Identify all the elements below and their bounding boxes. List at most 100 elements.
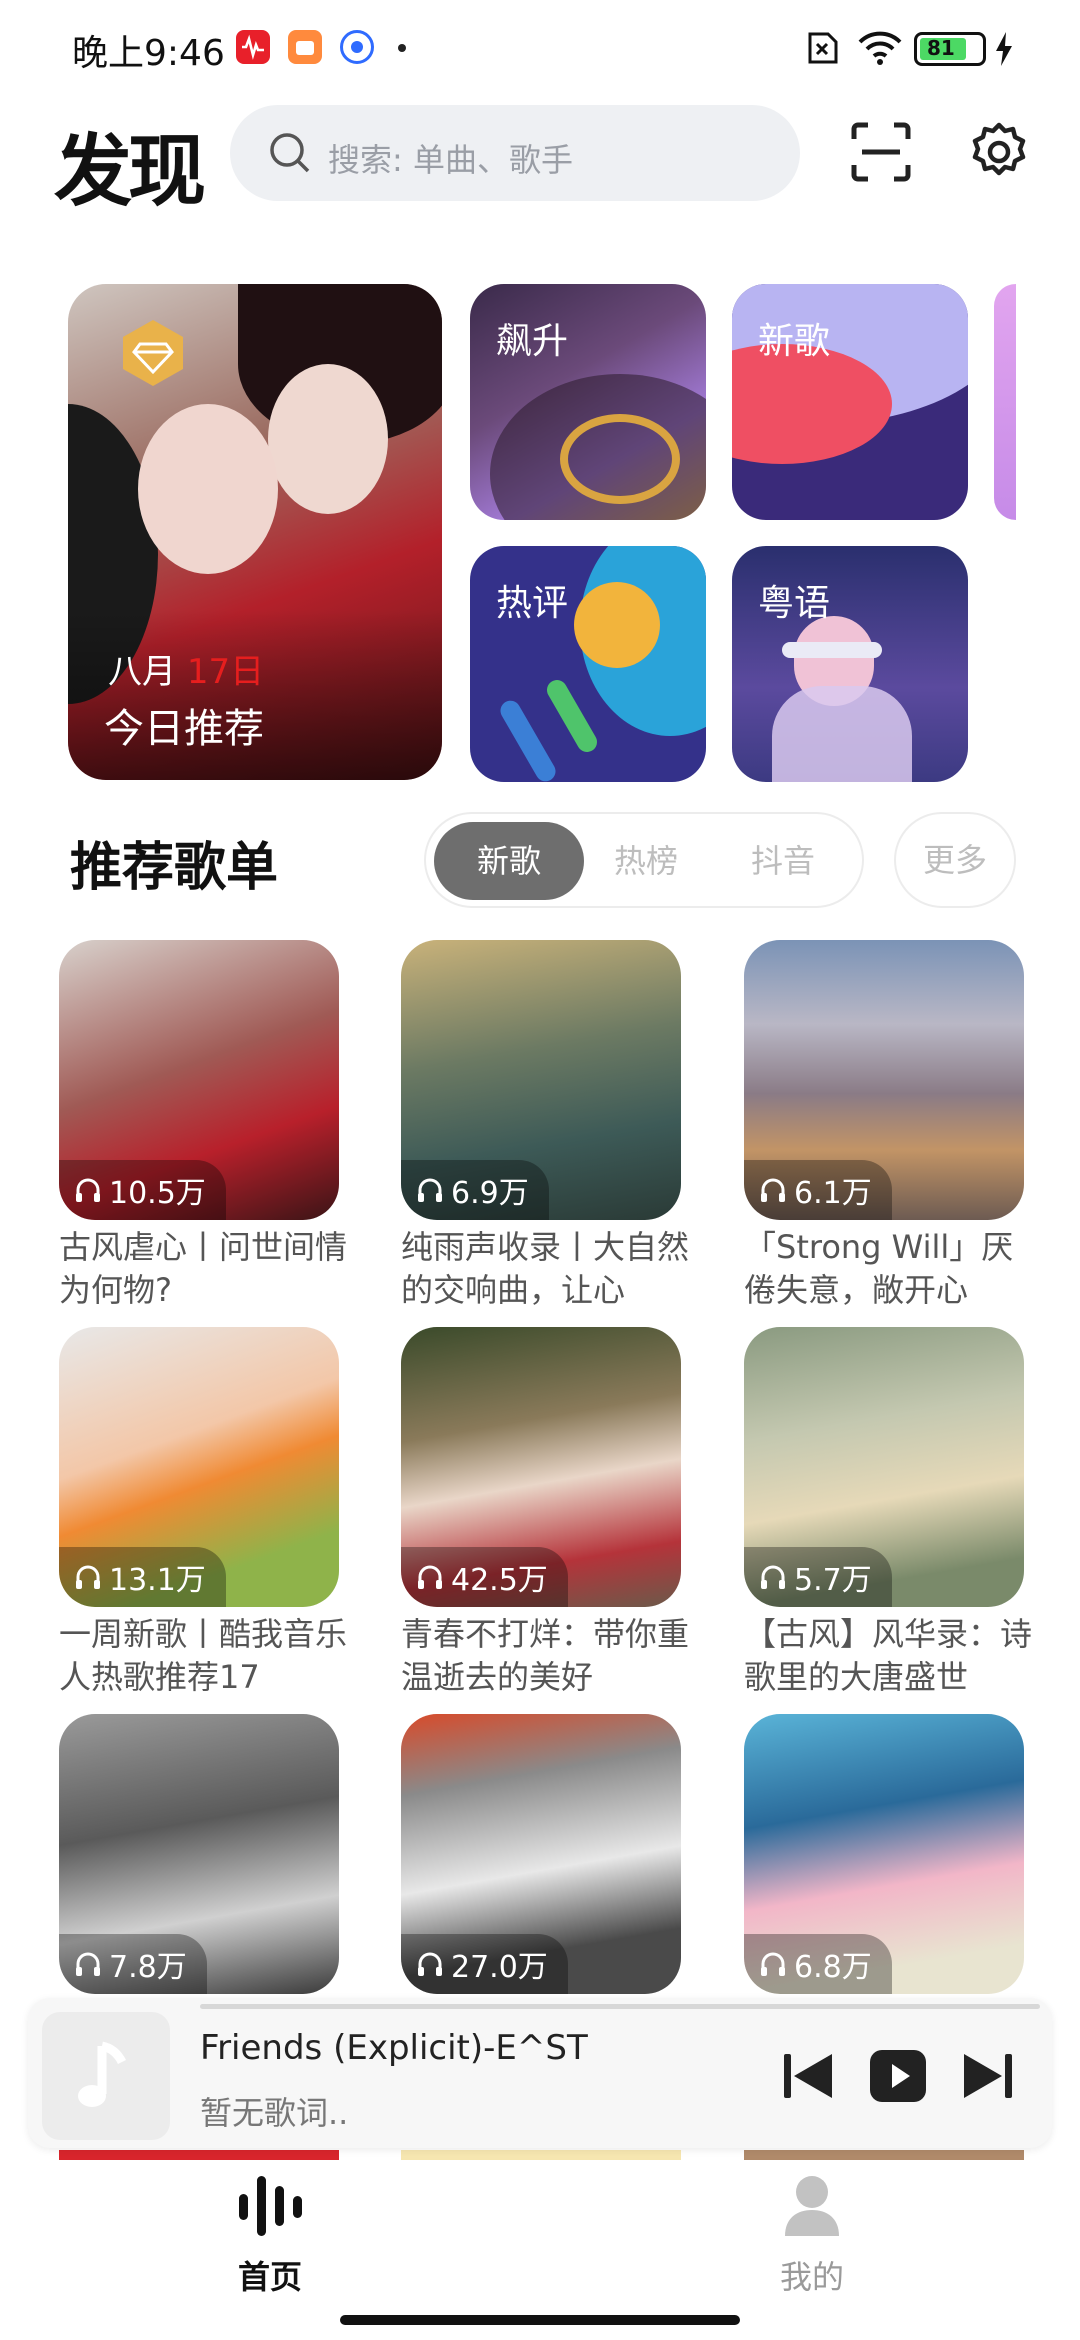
app-notification-icon <box>288 30 322 64</box>
playlist-cover: 6.8万 <box>744 1714 1024 1994</box>
today-month: 八月 <box>108 652 176 692</box>
headphones-icon <box>76 1178 100 1202</box>
tile-hot-comments[interactable]: 热评 <box>470 546 706 782</box>
cover-shade <box>68 610 442 780</box>
playlist-card[interactable]: 13.1万 一周新歌丨酷我音乐人热歌推荐17 <box>59 1327 347 1699</box>
play-count-text: 27.0万 <box>451 1950 548 1985</box>
tab-hot-chart[interactable]: 热榜 <box>571 822 721 900</box>
playlist-cover-peek <box>744 2150 1024 2160</box>
user-icon <box>785 2176 839 2236</box>
tile-cantonese[interactable]: 粤语 <box>732 546 968 782</box>
banner-today-recommend[interactable]: 八月 17日 今日推荐 <box>68 284 442 780</box>
playlist-title: 一周新歌丨酷我音乐人热歌推荐17 <box>59 1615 348 1696</box>
nav-item-me[interactable]: 我的 <box>712 2170 912 2298</box>
playlist-card[interactable]: 10.5万 古风虐心丨问世间情为何物? <box>59 940 347 1312</box>
play-count-text: 7.8万 <box>109 1950 187 1985</box>
search-icon <box>270 133 310 173</box>
play-count: 5.7万 <box>744 1547 892 1607</box>
playlist-cover-peek <box>401 2150 681 2160</box>
playlist-card[interactable]: 27.0万 <box>401 1714 681 1994</box>
tile-label: 粤语 <box>758 583 831 624</box>
mini-player[interactable]: Friends (Explicit)-E^ST 暂无歌词.. <box>28 1998 1052 2148</box>
play-count: 7.8万 <box>59 1934 207 1994</box>
now-playing-title: Friends (Explicit)-E^ST <box>200 2028 588 2068</box>
header: 发现 搜索: 单曲、歌手 <box>0 95 1080 217</box>
playlist-card[interactable]: 6.9万 纯雨声收录丨大自然的交响曲，让心 <box>401 940 689 1312</box>
battery-icon: 81 <box>914 32 986 66</box>
cover-art <box>268 364 388 514</box>
playlist-card[interactable]: 5.7万 【古风】风华录：诗歌里的大唐盛世 <box>744 1327 1032 1699</box>
status-bar: 晚上9:46 81 <box>0 0 1080 95</box>
search-input[interactable]: 搜索: 单曲、歌手 <box>230 105 800 201</box>
status-time: 晚上9:46 <box>72 33 225 74</box>
playlist-title: 「Strong Will」厌倦失意，敞开心 <box>744 1228 1014 1309</box>
playlist-cover-peek <box>59 2150 339 2160</box>
nav-label: 我的 <box>779 2258 844 2296</box>
gear-icon[interactable] <box>968 121 1030 183</box>
diamond-badge-icon <box>123 320 183 386</box>
nav-item-home[interactable]: 首页 <box>170 2170 370 2298</box>
play-count: 42.5万 <box>401 1547 568 1607</box>
play-count-text: 13.1万 <box>109 1563 206 1598</box>
cover-art <box>138 404 278 574</box>
playlist-card[interactable]: 6.8万 <box>744 1714 1024 1994</box>
headphones-icon <box>761 1565 785 1589</box>
nav-label: 首页 <box>237 2258 302 2296</box>
previous-icon[interactable] <box>778 2046 838 2106</box>
playlist-cover: 42.5万 <box>401 1327 681 1607</box>
next-icon[interactable] <box>958 2046 1018 2106</box>
play-count-text: 6.1万 <box>794 1176 872 1211</box>
headphones-icon <box>76 1565 100 1589</box>
tile-next-peek[interactable] <box>994 284 1016 520</box>
music-note-icon <box>78 2041 127 2107</box>
app-notification-icon <box>236 30 270 64</box>
battery-level: 81 <box>927 36 955 60</box>
play-icon[interactable] <box>868 2046 928 2106</box>
playlist-card[interactable]: 42.5万 青春不打烊：带你重温逝去的美好 <box>401 1327 689 1699</box>
play-count-text: 6.9万 <box>451 1176 529 1211</box>
playlist-title: 【古风】风华录：诗歌里的大唐盛世 <box>744 1615 1033 1696</box>
play-count: 6.8万 <box>744 1934 892 1994</box>
playlist-tabs: 新歌 热榜 抖音 <box>424 812 864 908</box>
playlist-card[interactable]: 6.1万 「Strong Will」厌倦失意，敞开心 <box>744 940 1024 1312</box>
headphones-icon <box>418 1565 442 1589</box>
play-count-text: 6.8万 <box>794 1950 872 1985</box>
now-playing-lyric: 暂无歌词.. <box>200 2094 349 2132</box>
headphones-icon <box>76 1952 100 1976</box>
playlist-title: 纯雨声收录丨大自然的交响曲，让心 <box>401 1228 690 1309</box>
page-title: 发现 <box>54 127 206 217</box>
headphones-icon <box>761 1952 785 1976</box>
play-count-text: 42.5万 <box>451 1563 548 1598</box>
search-placeholder: 搜索: 单曲、歌手 <box>328 141 573 179</box>
tab-douyin[interactable]: 抖音 <box>708 822 858 900</box>
no-sim-icon <box>808 32 838 64</box>
equalizer-icon <box>239 2176 302 2236</box>
tile-new-songs[interactable]: 新歌 <box>732 284 968 520</box>
playback-progress[interactable] <box>200 2004 1040 2009</box>
wifi-icon <box>858 31 902 65</box>
play-count: 10.5万 <box>59 1160 226 1220</box>
playlist-cover: 6.1万 <box>744 940 1024 1220</box>
scan-icon[interactable] <box>850 121 912 183</box>
playlist-card[interactable]: 7.8万 <box>59 1714 339 1994</box>
section-title: 推荐歌单 <box>70 838 279 898</box>
home-indicator <box>340 2315 740 2325</box>
tile-label: 新歌 <box>758 321 831 362</box>
play-count: 6.9万 <box>401 1160 549 1220</box>
tab-new-songs[interactable]: 新歌 <box>434 822 584 900</box>
today-day: 17日 <box>186 652 265 692</box>
today-title: 今日推荐 <box>104 706 264 752</box>
charging-icon <box>996 32 1012 66</box>
tile-rising-chart[interactable]: 飙升 <box>470 284 706 520</box>
play-count: 27.0万 <box>401 1934 568 1994</box>
more-button[interactable]: 更多 <box>894 812 1016 908</box>
playlist-cover: 13.1万 <box>59 1327 339 1607</box>
notification-dot <box>398 44 406 52</box>
bottom-nav: 首页 我的 <box>0 2160 1080 2340</box>
playlist-cover: 7.8万 <box>59 1714 339 1994</box>
play-count: 6.1万 <box>744 1160 892 1220</box>
playlist-title: 青春不打烊：带你重温逝去的美好 <box>401 1615 690 1696</box>
playlist-cover: 27.0万 <box>401 1714 681 1994</box>
tile-label: 飙升 <box>496 321 569 362</box>
album-art[interactable] <box>42 2012 170 2140</box>
